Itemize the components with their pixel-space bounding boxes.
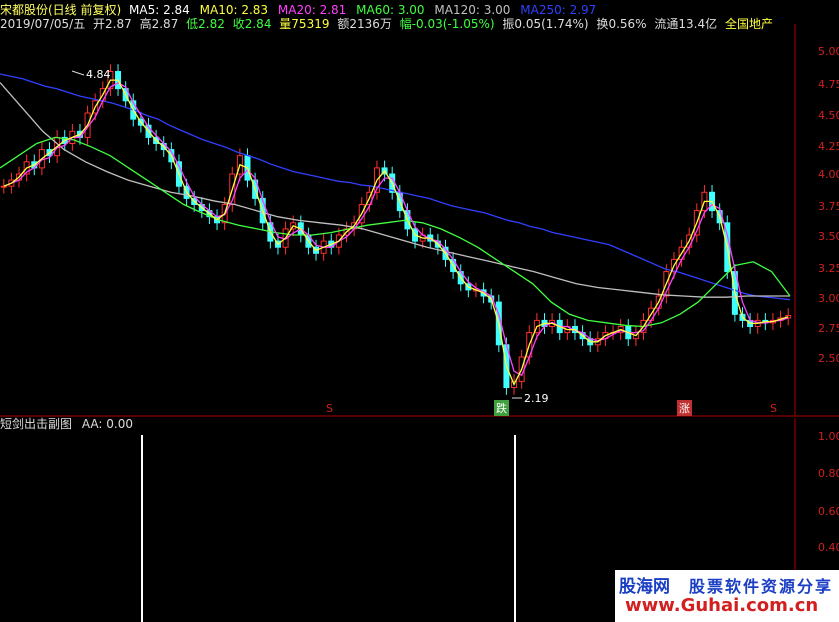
quote-amount: 额2136万 — [337, 17, 392, 31]
sub-panel-value: AA: 0.00 — [81, 417, 133, 431]
price-tick: 3.00 — [818, 292, 839, 305]
watermark-logo: 股海网 — [619, 577, 670, 597]
candlesticks — [0, 64, 792, 395]
low-price-label: 2.19 — [524, 392, 549, 405]
watermark: 股海网 股票软件资源分享 www.Guhai.com.cn — [615, 570, 839, 622]
quote-open: 开2.87 — [93, 17, 132, 31]
quote-date: 2019/07/05/五 — [0, 17, 86, 31]
price-tick: 4.00 — [818, 168, 839, 181]
quote-high: 高2.87 — [139, 17, 179, 31]
price-tick: 2.50 — [818, 352, 839, 365]
price-tick: 2.75 — [818, 322, 839, 335]
ma10-line — [3, 79, 789, 386]
price-tick: 4.75 — [818, 78, 839, 91]
moving-average-lines — [0, 73, 791, 386]
sub-tick: 0.40 — [818, 541, 839, 554]
quote-change: 幅-0.03(-1.05%) — [399, 17, 495, 31]
sub-tick: 1.00 — [818, 430, 839, 443]
price-tick: 3.75 — [818, 200, 839, 213]
quote-volume: 量75319 — [279, 17, 330, 31]
quote-amplitude: 振0.05(1.74%) — [502, 17, 589, 31]
quote-line: 2019/07/05/五 开2.87 高2.87 低2.82 收2.84 量75… — [0, 14, 773, 38]
sub-tick: 0.80 — [818, 467, 839, 480]
high-price-label: 4.84 — [86, 68, 111, 81]
signal-rise-badge: 涨 — [677, 400, 692, 416]
sub-panel-header: 短剑出击副图 AA: 0.00 — [0, 416, 133, 432]
quote-turnover: 换0.56% — [596, 17, 647, 31]
signal-s-marker: S — [770, 402, 777, 415]
price-tick: 5.00 — [818, 45, 839, 58]
high-marker-line — [71, 70, 85, 76]
ma60-line — [0, 136, 791, 328]
quote-float: 流通13.4亿 — [654, 17, 718, 31]
sub-panel-title[interactable]: 短剑出击副图 — [0, 417, 72, 431]
quote-close: 收2.84 — [232, 17, 272, 31]
price-chart[interactable] — [0, 0, 839, 622]
price-tick: 3.25 — [818, 262, 839, 275]
ma20-line — [3, 82, 789, 377]
sub-tick: 0.60 — [818, 505, 839, 518]
price-tick: 3.50 — [818, 230, 839, 243]
watermark-url: www.Guhai.com.cn — [625, 595, 819, 616]
price-tick: 4.25 — [818, 140, 839, 153]
signal-fall-badge: 跌 — [494, 400, 509, 416]
quote-low: 低2.82 — [186, 17, 225, 31]
price-tick: 4.50 — [818, 109, 839, 122]
candle-body — [0, 185, 7, 188]
watermark-title: 股票软件资源分享 — [689, 577, 834, 596]
quote-sector[interactable]: 全国地产 — [725, 17, 773, 31]
signal-s-marker: S — [326, 402, 333, 415]
